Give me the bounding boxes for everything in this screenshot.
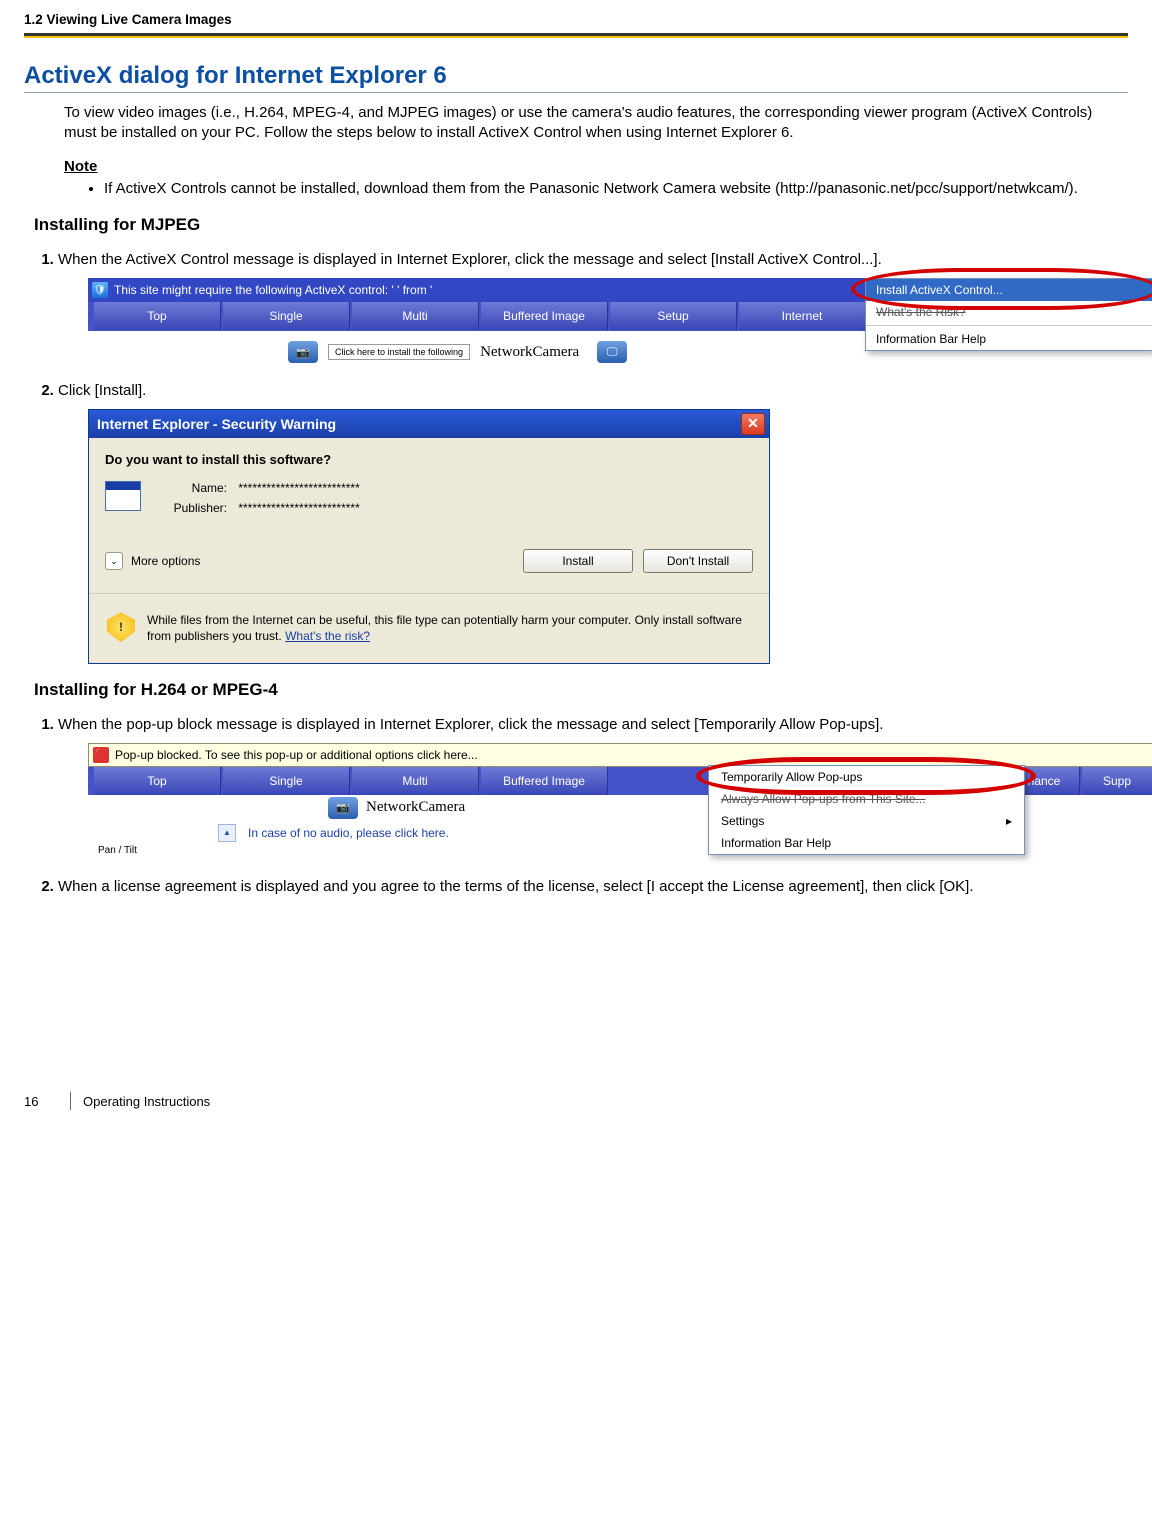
publisher-value: **************************: [238, 501, 359, 515]
header-rule: [24, 33, 1128, 38]
tab-buffered-2[interactable]: Buffered Image: [481, 767, 608, 795]
popup-blocked-text: Pop-up blocked. To see this pop-up or ad…: [115, 748, 478, 762]
tab-support[interactable]: Supp: [1082, 767, 1152, 795]
section-title: ActiveX dialog for Internet Explorer 6: [24, 62, 1128, 93]
popup-block-screenshot: 🚫 Pop-up blocked. To see this pop-up or …: [88, 743, 1152, 869]
camera-icon-2: 📷: [328, 797, 358, 819]
up-arrow-icon[interactable]: ▲: [218, 824, 236, 842]
camera-icon: 📷: [288, 341, 318, 363]
dialog-title-text: Internet Explorer - Security Warning: [97, 416, 336, 432]
install-tip: Click here to install the following: [328, 344, 470, 360]
dialog-question: Do you want to install this software?: [105, 452, 753, 467]
dialog-titlebar: Internet Explorer - Security Warning ✕: [89, 410, 769, 438]
whats-the-risk-link[interactable]: What's the risk?: [285, 629, 370, 643]
name-value: **************************: [238, 481, 359, 495]
name-label: Name:: [157, 481, 227, 495]
step-1: When the ActiveX Control message is disp…: [58, 250, 1128, 373]
step-h1-text: When the pop-up block message is display…: [58, 716, 883, 733]
subheading-h264: Installing for H.264 or MPEG-4: [34, 680, 1128, 700]
close-icon[interactable]: ✕: [741, 413, 765, 435]
step-2-text: Click [Install].: [58, 382, 146, 399]
popup-blocked-infobar[interactable]: 🚫 Pop-up blocked. To see this pop-up or …: [88, 743, 1152, 767]
step-h1: When the pop-up block message is display…: [58, 715, 1128, 869]
menu-separator: [866, 325, 1152, 326]
tab-internet[interactable]: Internet: [739, 302, 866, 330]
infobar-text: This site might require the following Ac…: [114, 283, 432, 297]
menu-settings[interactable]: Settings▸: [709, 810, 1024, 832]
submenu-arrow-icon: ▸: [1006, 814, 1012, 828]
running-header: 1.2 Viewing Live Camera Images: [24, 12, 1128, 27]
tab-setup[interactable]: Setup: [610, 302, 737, 330]
more-options[interactable]: ⌄ More options: [105, 552, 200, 570]
note-item: If ActiveX Controls cannot be installed,…: [104, 179, 1128, 199]
security-warning-dialog: Internet Explorer - Security Warning ✕ D…: [88, 409, 770, 663]
tab-single-2[interactable]: Single: [223, 767, 350, 795]
dont-install-button[interactable]: Don't Install: [643, 549, 753, 573]
menu-infobar-help-2[interactable]: Information Bar Help: [709, 832, 1024, 854]
tab-multi[interactable]: Multi: [352, 302, 479, 330]
shield-icon: 🛡: [92, 282, 108, 298]
screen-icon: 🖵: [597, 341, 627, 363]
menu-whats-risk[interactable]: What's the Risk?: [866, 301, 1152, 323]
more-options-label: More options: [131, 554, 200, 568]
tab-buffered[interactable]: Buffered Image: [481, 302, 608, 330]
popup-blocked-icon: 🚫: [93, 747, 109, 763]
menu-infobar-help[interactable]: Information Bar Help: [866, 328, 1152, 350]
publisher-label: Publisher:: [157, 501, 227, 515]
footer-doc-title: Operating Instructions: [83, 1094, 210, 1109]
menu-temp-allow[interactable]: Temporarily Allow Pop-ups: [709, 766, 1024, 788]
step-h2-text: When a license agreement is displayed an…: [58, 878, 974, 895]
warning-shield-icon: !: [107, 612, 135, 642]
note-label: Note: [64, 158, 1128, 175]
tab-multi-2[interactable]: Multi: [352, 767, 479, 795]
chevron-down-icon: ⌄: [105, 552, 123, 570]
menu-always-allow[interactable]: Always Allow Pop-ups from This Site...: [709, 788, 1024, 810]
step-1-text: When the ActiveX Control message is disp…: [58, 251, 882, 268]
warning-text: While files from the Internet can be use…: [147, 612, 751, 644]
security-dialog-screenshot: Internet Explorer - Security Warning ✕ D…: [88, 409, 1128, 663]
application-icon: [105, 481, 141, 511]
step-h2: When a license agreement is displayed an…: [58, 877, 1128, 897]
page-footer: 16 Operating Instructions: [0, 1092, 1152, 1128]
popup-context-menu: Temporarily Allow Pop-ups Always Allow P…: [708, 765, 1025, 855]
page-number: 16: [24, 1094, 58, 1109]
intro-paragraph: To view video images (i.e., H.264, MPEG-…: [64, 103, 1118, 144]
infobar-screenshot: 🛡 This site might require the following …: [88, 278, 1152, 373]
camera-name-2: NetworkCamera: [366, 799, 465, 816]
camera-name: NetworkCamera: [480, 344, 579, 361]
footer-divider: [70, 1092, 71, 1110]
tab-single[interactable]: Single: [223, 302, 350, 330]
step-2: Click [Install]. Internet Explorer - Sec…: [58, 381, 1128, 664]
install-button[interactable]: Install: [523, 549, 633, 573]
subheading-mjpeg: Installing for MJPEG: [34, 215, 1128, 235]
infobar-context-menu: Install ActiveX Control... What's the Ri…: [865, 278, 1152, 351]
tab-top-2[interactable]: Top: [94, 767, 221, 795]
tab-top[interactable]: Top: [94, 302, 221, 330]
menu-install-activex[interactable]: Install ActiveX Control...: [866, 279, 1152, 301]
dialog-separator: [89, 593, 769, 594]
no-audio-link[interactable]: In case of no audio, please click here.: [248, 826, 449, 840]
